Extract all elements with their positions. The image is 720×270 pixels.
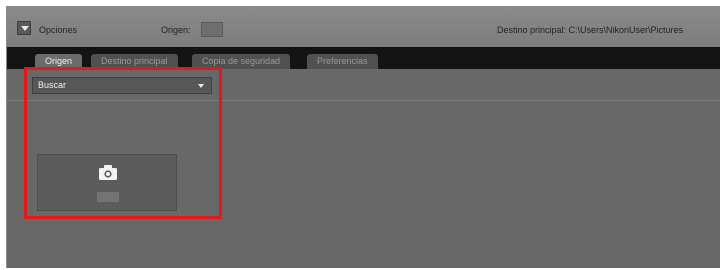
origin-device-thumbnail [201,22,223,37]
tab-bar: Origen Destino principal Copia de seguri… [7,47,720,69]
highlight-box [24,67,222,219]
options-label: Opciones [39,25,78,35]
options-bar: Opciones Origen: Destino principal: C:\U… [7,7,720,47]
collapse-options-button[interactable] [17,21,31,35]
origin-label: Origen: [161,25,191,35]
destination-path: Destino principal: C:\Users\NikonUser\Pi… [497,25,684,35]
tab-preferencias[interactable]: Preferencias [307,54,378,69]
